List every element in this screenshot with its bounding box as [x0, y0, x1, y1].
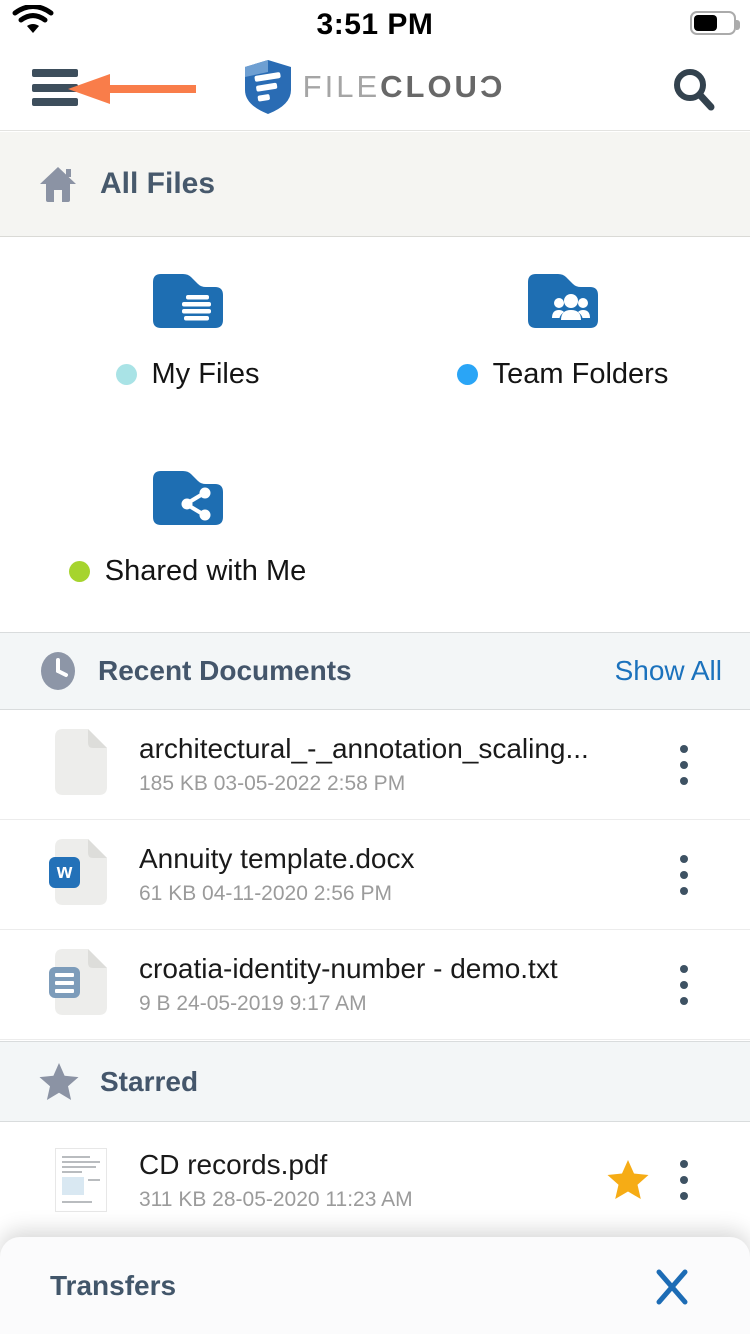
section-title: Recent Documents	[98, 655, 352, 687]
logo-shield-icon	[245, 60, 291, 114]
file-meta: 311 KB 28-05-2020 11:23 AM	[139, 1188, 413, 1212]
kebab-menu-icon[interactable]	[662, 737, 706, 793]
kebab-menu-icon[interactable]	[662, 847, 706, 903]
breadcrumb-label: All Files	[100, 167, 215, 201]
recent-file-list: architectural_-_annotation_scaling... 18…	[0, 710, 750, 1040]
show-all-link[interactable]: Show All	[615, 655, 722, 687]
file-meta: 61 KB 04-11-2020 2:56 PM	[139, 882, 415, 906]
kebab-menu-icon[interactable]	[662, 957, 706, 1013]
folder-share-icon	[147, 465, 229, 531]
file-name: architectural_-_annotation_scaling...	[139, 733, 589, 765]
home-icon	[38, 165, 78, 203]
filecloud-logo: FILECLOUƆ	[0, 44, 750, 130]
transfers-bottom-sheet: Transfers	[0, 1237, 750, 1334]
starred-file-list: CD records.pdf 311 KB 28-05-2020 11:23 A…	[0, 1122, 750, 1238]
kebab-menu-icon[interactable]	[662, 1152, 706, 1208]
app-header: FILECLOUƆ	[0, 44, 750, 131]
file-meta: 9 B 24-05-2019 9:17 AM	[139, 992, 558, 1016]
file-row[interactable]: w Annuity template.docx 61 KB 04-11-2020…	[0, 820, 750, 930]
folder-label: My Files	[152, 358, 260, 391]
folder-label: Team Folders	[493, 358, 669, 391]
status-dot	[116, 364, 137, 385]
word-badge: w	[49, 857, 80, 888]
star-icon[interactable]	[606, 1158, 650, 1202]
status-time: 3:51 PM	[0, 8, 750, 42]
file-generic-icon	[55, 729, 107, 795]
file-meta: 185 KB 03-05-2022 2:58 PM	[139, 772, 589, 796]
filecloud-app-screen: 3:51 PM FILECLOUƆ	[0, 0, 750, 1334]
folder-grid: My Files Team Folders	[0, 238, 750, 632]
folder-people-icon	[522, 268, 604, 334]
folder-tile-shared-with-me[interactable]: Shared with Me	[0, 465, 375, 588]
status-dot	[69, 561, 90, 582]
pdf-thumbnail	[55, 1148, 107, 1212]
folder-tile-my-files[interactable]: My Files	[0, 268, 375, 391]
file-name: Annuity template.docx	[139, 843, 415, 875]
file-name: CD records.pdf	[139, 1149, 413, 1181]
star-section-icon	[38, 1062, 80, 1102]
file-name: croatia-identity-number - demo.txt	[139, 953, 558, 985]
text-badge	[49, 967, 80, 998]
folder-label: Shared with Me	[105, 555, 307, 588]
logo-wordmark: FILECLOUƆ	[303, 69, 506, 105]
section-title: Starred	[100, 1066, 198, 1098]
recent-documents-header: Recent Documents Show All	[0, 632, 750, 710]
search-icon[interactable]	[672, 67, 716, 111]
clock-icon	[38, 651, 78, 691]
file-row[interactable]: architectural_-_annotation_scaling... 18…	[0, 710, 750, 820]
status-bar: 3:51 PM	[0, 0, 750, 44]
transfers-title: Transfers	[50, 1270, 176, 1302]
folder-tile-team-folders[interactable]: Team Folders	[375, 268, 750, 391]
close-icon[interactable]	[652, 1266, 692, 1306]
battery-icon	[690, 11, 736, 35]
starred-header: Starred	[0, 1041, 750, 1122]
folder-lines-icon	[147, 268, 229, 334]
file-row[interactable]: croatia-identity-number - demo.txt 9 B 2…	[0, 930, 750, 1040]
file-row[interactable]: CD records.pdf 311 KB 28-05-2020 11:23 A…	[0, 1122, 750, 1238]
status-dot	[457, 364, 478, 385]
breadcrumb[interactable]: All Files	[0, 132, 750, 237]
